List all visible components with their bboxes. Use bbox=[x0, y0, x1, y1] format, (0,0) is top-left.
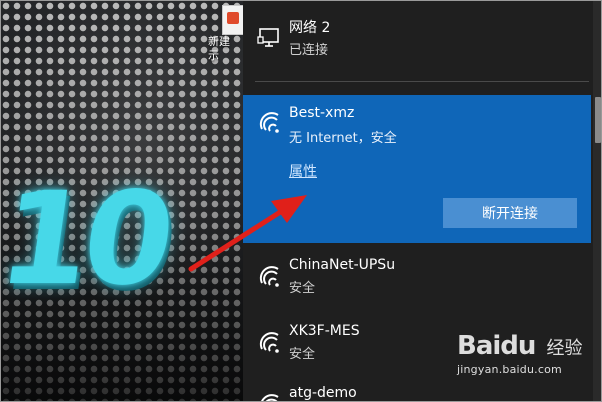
wired-network-status: 已连接 bbox=[289, 43, 329, 58]
wifi-icon bbox=[259, 112, 279, 133]
selected-network-status: 无 Internet，安全 bbox=[289, 131, 397, 146]
baidu-jingyan-watermark: Baidu 经验 jingyan.baidu.com bbox=[457, 331, 597, 376]
selected-network-name: Best-xmz bbox=[289, 105, 355, 121]
watermark-logo: Bai bbox=[457, 331, 501, 361]
network-status: 安全 bbox=[289, 281, 316, 296]
ethernet-monitor-icon bbox=[257, 28, 279, 47]
wired-network-name: 网络 2 bbox=[289, 20, 331, 36]
network-name: XK3F-MES bbox=[289, 323, 360, 339]
wifi-network-item[interactable]: atg-demo bbox=[243, 383, 591, 401]
scrollbar-thumb[interactable] bbox=[595, 97, 601, 143]
network-status: 安全 bbox=[289, 347, 316, 362]
wallpaper-ten-logo: 10 bbox=[0, 165, 178, 314]
watermark-paw: du bbox=[500, 331, 536, 361]
wifi-network-item[interactable]: ChinaNet-UPSu 安全 bbox=[243, 255, 591, 311]
wifi-icon bbox=[261, 394, 279, 401]
wifi-icon bbox=[259, 332, 279, 353]
wired-network-item[interactable]: 网络 2 已连接 bbox=[243, 1, 591, 71]
divider bbox=[255, 81, 589, 82]
wifi-icon bbox=[259, 266, 279, 287]
network-name: atg-demo bbox=[289, 385, 357, 401]
watermark-cn: 经验 bbox=[546, 338, 583, 359]
watermark-url: jingyan.baidu.com bbox=[457, 363, 562, 376]
network-name: ChinaNet-UPSu bbox=[289, 257, 396, 273]
screenshot-frame: 新建 示 10 网络 2 已连接 Best-xmz 无 Internet，安全 bbox=[0, 0, 602, 402]
selected-wifi-network[interactable]: Best-xmz 无 Internet，安全 属性 断开连接 bbox=[243, 95, 591, 243]
disconnect-button[interactable]: 断开连接 bbox=[443, 198, 577, 228]
properties-link[interactable]: 属性 bbox=[289, 161, 317, 181]
